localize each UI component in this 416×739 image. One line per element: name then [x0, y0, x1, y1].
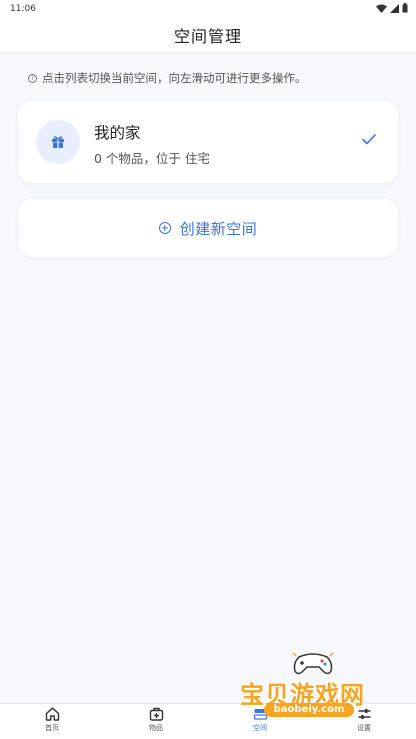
signal-icon — [390, 3, 399, 13]
box-plus-icon — [149, 707, 163, 721]
create-space-label: 创建新空间 — [179, 219, 258, 238]
nav-item-space[interactable]: 空间 — [208, 707, 312, 739]
sliders-icon — [358, 709, 370, 719]
space-avatar — [36, 120, 80, 164]
help-icon: ? — [28, 73, 37, 83]
status-time: 11:06 — [10, 4, 36, 14]
home-icon — [45, 707, 59, 721]
status-bar: 11:06 — [0, 0, 416, 18]
nav-item-items[interactable]: 物品 — [104, 707, 208, 739]
nav-label-home: 首页 — [45, 724, 59, 732]
page-title: 空间管理 — [173, 27, 242, 46]
gift-icon — [52, 136, 64, 148]
space-card-my-home[interactable]: 我的家 0 个物品，位于 住宅 — [18, 101, 398, 183]
hint-row: ? 点击列表切换当前空间，向左滑动可进行更多操作。 — [28, 70, 307, 86]
battery-icon — [402, 3, 408, 13]
nav-label-items: 物品 — [149, 724, 163, 732]
bottom-nav: 首页 物品 空间 设置 — [0, 703, 416, 739]
nav-item-home[interactable]: 首页 — [0, 707, 104, 739]
add-circle-icon — [158, 222, 171, 234]
app-bar: 空间管理 — [0, 18, 416, 52]
create-space-button[interactable]: 创建新空间 — [18, 199, 398, 257]
space-name: 我的家 — [94, 124, 141, 142]
nav-item-settings[interactable]: 设置 — [312, 707, 416, 739]
check-icon — [362, 134, 376, 145]
hint-text: 点击列表切换当前空间，向左滑动可进行更多操作。 — [42, 71, 307, 85]
nav-label-settings: 设置 — [357, 724, 371, 732]
status-icons — [376, 3, 408, 13]
space-icon — [253, 709, 267, 720]
gamepad-icon — [292, 652, 334, 675]
nav-label-space: 空间 — [253, 724, 267, 732]
space-meta: 0 个物品，位于 住宅 — [94, 151, 210, 166]
wifi-icon — [376, 4, 387, 13]
